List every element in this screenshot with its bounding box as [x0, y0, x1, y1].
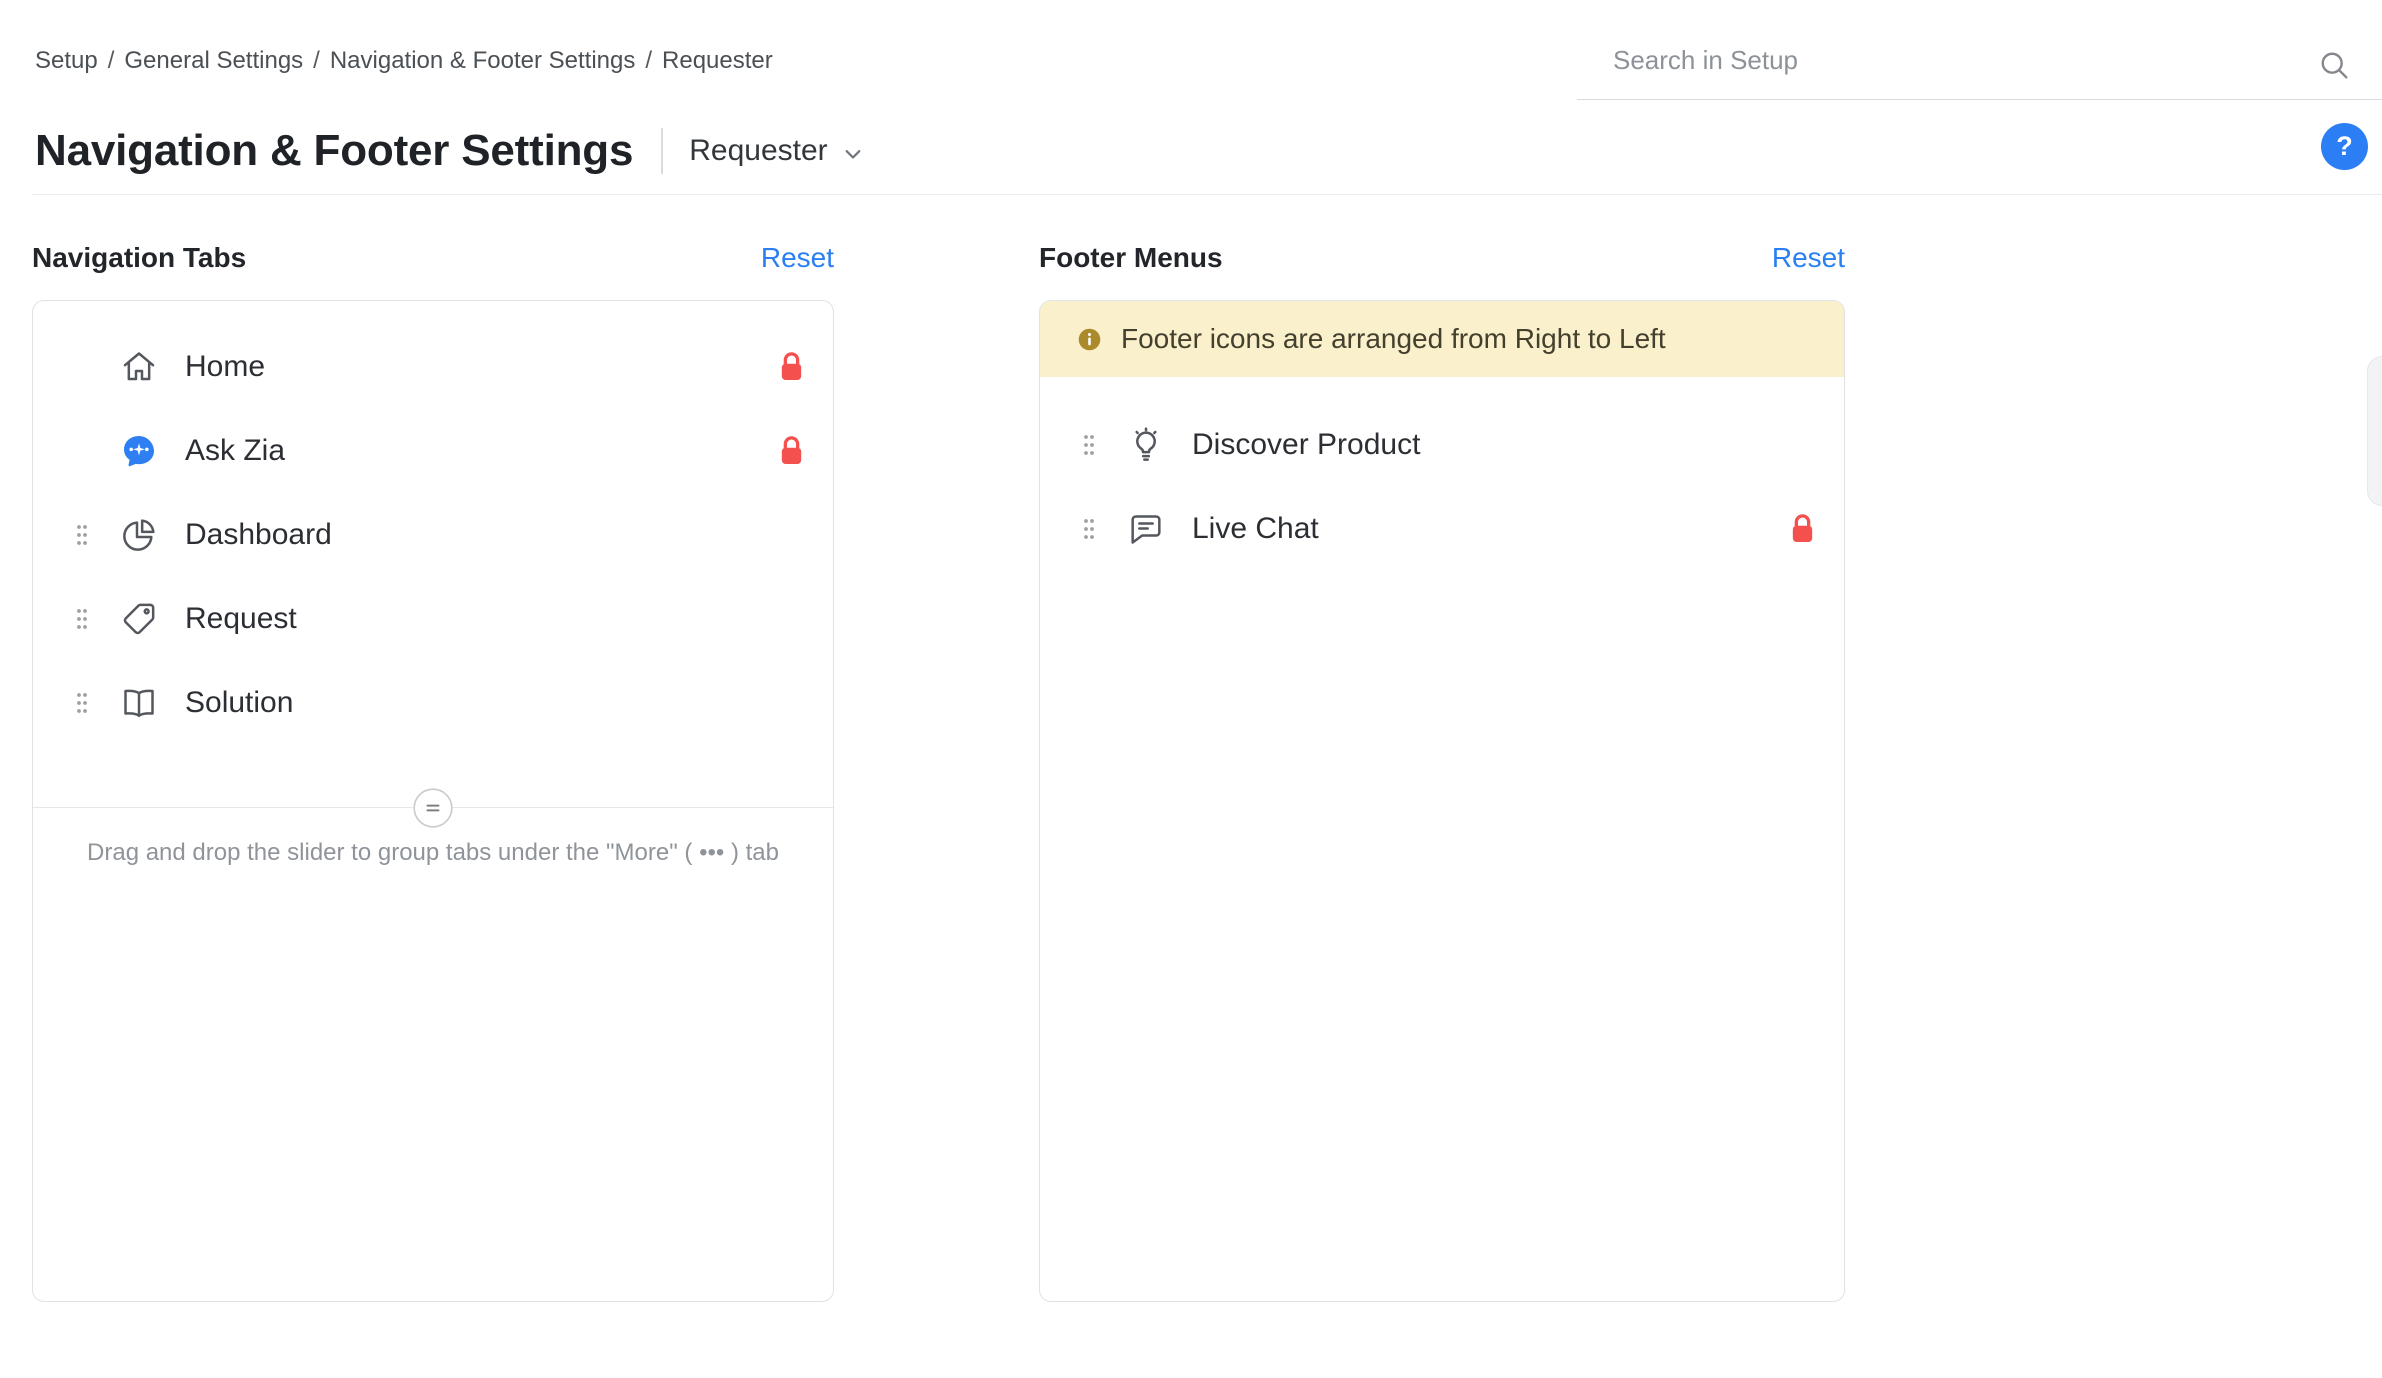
- list-item[interactable]: Discover Product: [1040, 403, 1844, 487]
- request-icon: [119, 599, 159, 639]
- item-label: Live Chat: [1192, 512, 1319, 546]
- item-label: Ask Zia: [185, 434, 285, 468]
- scope-dropdown[interactable]: Requester: [689, 134, 865, 168]
- chevron-down-icon: [840, 136, 866, 167]
- lock-icon: [778, 435, 805, 468]
- home-icon: [119, 347, 159, 387]
- banner-text: Footer icons are arranged from Right to …: [1121, 323, 1666, 355]
- breadcrumb-item[interactable]: Navigation & Footer Settings: [330, 47, 636, 74]
- title-row: Navigation & Footer Settings Requester: [35, 126, 866, 177]
- page-title: Navigation & Footer Settings: [35, 126, 633, 177]
- title-separator: [661, 128, 663, 174]
- list-item[interactable]: Ask Zia: [33, 409, 833, 493]
- discover-product-icon: [1126, 425, 1166, 465]
- drag-handle[interactable]: [1074, 432, 1104, 458]
- item-label: Solution: [185, 686, 293, 720]
- dashboard-icon: [119, 515, 159, 555]
- solution-icon: [119, 683, 159, 723]
- lock-icon: [1789, 513, 1816, 546]
- search-icon[interactable]: [2316, 47, 2352, 83]
- navigation-tabs-section: Navigation Tabs Reset Home Ask Zia Dashboa…: [32, 238, 834, 1302]
- footer-menus-list: Discover Product Live Chat: [1040, 377, 1844, 571]
- nav-tabs-card: Home Ask Zia Dashboard Request Solution Drag…: [32, 300, 834, 1302]
- drag-handle[interactable]: [1074, 516, 1104, 542]
- more-tab-slider: [33, 807, 833, 808]
- ask-zia-icon: [119, 431, 159, 471]
- item-label: Home: [185, 350, 265, 384]
- list-item[interactable]: Dashboard: [33, 493, 833, 577]
- scope-label: Requester: [689, 134, 827, 168]
- drag-handle[interactable]: [67, 606, 97, 632]
- breadcrumb: Setup / General Settings / Navigation & Foot…: [35, 47, 773, 75]
- breadcrumb-item: Requester: [662, 47, 773, 74]
- footer-menus-section: Footer Menus Reset Footer icons are arra…: [1039, 238, 1845, 1302]
- nav-tabs-title: Navigation Tabs: [32, 242, 246, 274]
- slider-hint: Drag and drop the slider to group tabs u…: [33, 839, 833, 867]
- breadcrumb-separator: /: [313, 47, 320, 74]
- list-item[interactable]: Request: [33, 577, 833, 661]
- list-item[interactable]: Live Chat: [1040, 487, 1844, 571]
- breadcrumb-separator: /: [645, 47, 652, 74]
- footer-menus-title: Footer Menus: [1039, 242, 1223, 274]
- breadcrumb-separator: /: [108, 47, 115, 74]
- slider-handle[interactable]: [413, 788, 453, 828]
- breadcrumb-item[interactable]: Setup: [35, 47, 98, 74]
- item-label: Request: [185, 602, 297, 636]
- info-icon: [1076, 326, 1103, 353]
- lock-icon: [778, 351, 805, 384]
- drag-handle[interactable]: [67, 690, 97, 716]
- nav-tabs-header: Navigation Tabs Reset: [32, 238, 834, 278]
- drag-handle[interactable]: [67, 522, 97, 548]
- item-label: Discover Product: [1192, 428, 1420, 462]
- footer-menus-header: Footer Menus Reset: [1039, 238, 1845, 278]
- help-button[interactable]: ?: [2321, 123, 2368, 170]
- list-item[interactable]: Home: [33, 325, 833, 409]
- setup-search: [1577, 34, 2382, 100]
- breadcrumb-item[interactable]: General Settings: [124, 47, 303, 74]
- right-edge-flyout[interactable]: [2367, 356, 2382, 506]
- item-label: Dashboard: [185, 518, 332, 552]
- live-chat-icon: [1126, 509, 1166, 549]
- list-item[interactable]: Solution: [33, 661, 833, 745]
- footer-menus-card: Footer icons are arranged from Right to …: [1039, 300, 1845, 1302]
- nav-tabs-reset-button[interactable]: Reset: [761, 242, 834, 274]
- header-divider: [32, 194, 2382, 195]
- nav-tabs-list: Home Ask Zia Dashboard Request Solution: [33, 301, 833, 745]
- footer-banner: Footer icons are arranged from Right to …: [1040, 301, 1844, 377]
- search-input[interactable]: [1611, 44, 2251, 77]
- footer-menus-reset-button[interactable]: Reset: [1772, 242, 1845, 274]
